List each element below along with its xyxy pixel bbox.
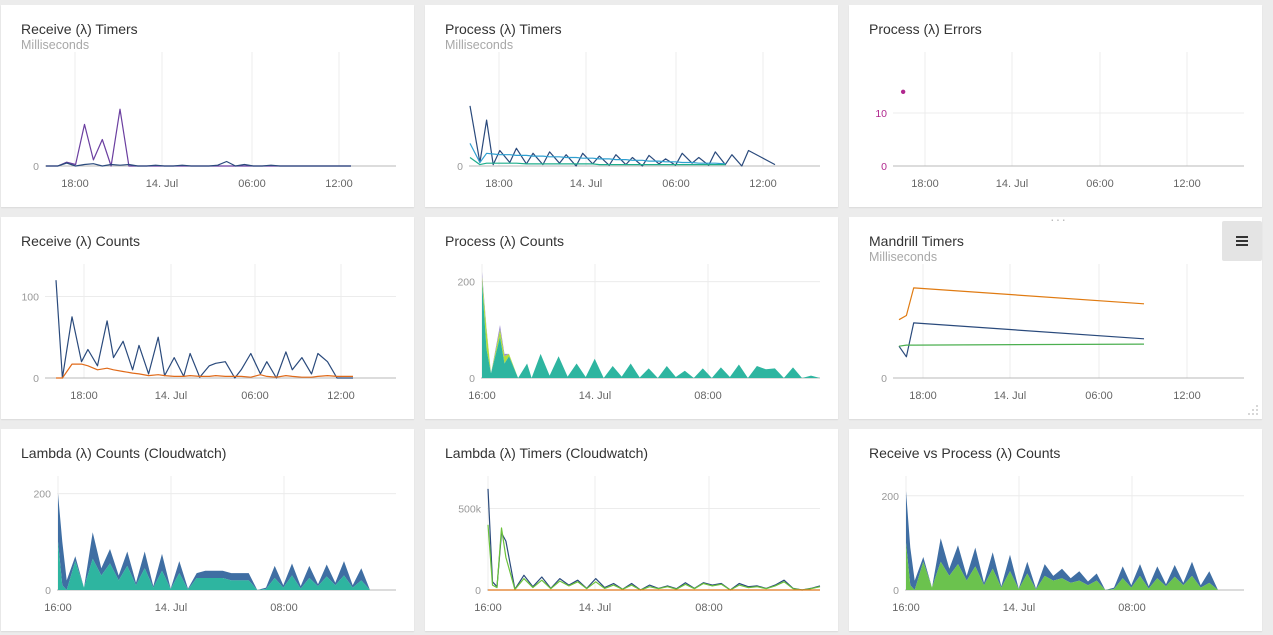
series-area (482, 272, 820, 378)
panel-lambda-timers-cloudwatch[interactable]: Lambda (λ) Timers (Cloudwatch) 0 500k 16:00… (425, 429, 838, 631)
series-line (55, 280, 353, 379)
x-tick-label: 16:00 (892, 602, 920, 614)
x-tick-label: 12:00 (327, 390, 355, 402)
chart-svg: 0 200 16:00 14. Jul 08:00 (881, 476, 1244, 614)
panel-lambda-counts-cloudwatch[interactable]: Lambda (λ) Counts (Cloudwatch) 0 200 16:00 1… (1, 429, 414, 631)
x-tick-label: 16:00 (44, 602, 72, 614)
series-line (46, 160, 351, 167)
chart-svg: 0 18:00 14. Jul 06:00 12:00 (457, 52, 820, 190)
y-tick-label: 0 (893, 585, 899, 597)
y-tick-label: 0 (881, 161, 887, 173)
chart-svg: 0 10 18:00 14. Jul 06:00 12:00 (875, 52, 1244, 190)
y-tick-label: 0 (457, 161, 463, 173)
y-tick-label: 100 (21, 291, 39, 303)
x-tick-label: 06:00 (662, 178, 690, 190)
x-tick-label: 18:00 (485, 178, 513, 190)
x-tick-label: 18:00 (911, 178, 939, 190)
series-line (898, 287, 1145, 321)
x-tick-label: 12:00 (325, 178, 353, 190)
x-tick-label: 18:00 (909, 390, 937, 402)
x-tick-label: 12:00 (749, 178, 777, 190)
y-tick-label: 200 (457, 277, 475, 289)
chart-svg: 0 18:00 14. Jul 06:00 12:00 (881, 264, 1244, 402)
panel-process-timers[interactable]: Process (λ) Timers Milliseconds 0 18:00 14. … (425, 5, 838, 207)
x-tick-label: 12:00 (1173, 178, 1201, 190)
chart-svg: 0 18:00 14. Jul 06:00 12:00 (33, 52, 396, 190)
x-tick-label: 14. Jul (579, 390, 611, 402)
series-line (487, 524, 821, 591)
panel-process-counts[interactable]: Process (λ) Counts 0 200 16:00 14. Jul 08:00 (425, 217, 838, 419)
y-tick-label: 10 (875, 108, 887, 120)
series-line (469, 105, 776, 167)
panel-receive-vs-process-counts[interactable]: Receive vs Process (λ) Counts 0 200 16:00 14… (849, 429, 1262, 631)
y-tick-label: 0 (33, 373, 39, 385)
y-tick-label: 500k (458, 503, 482, 515)
x-tick-label: 14. Jul (570, 178, 602, 190)
y-tick-label: 0 (475, 585, 481, 597)
chart-svg: 0 200 16:00 14. Jul 08:00 (33, 476, 396, 614)
x-tick-label: 18:00 (70, 390, 98, 402)
x-tick-label: 18:00 (61, 178, 89, 190)
x-tick-label: 06:00 (238, 178, 266, 190)
dashboard-grid: Receive (λ) Timers Milliseconds 0 18:00 14. … (0, 0, 1273, 635)
y-tick-label: 0 (881, 373, 887, 385)
x-tick-label: 14. Jul (146, 178, 178, 190)
y-tick-label: 0 (45, 585, 51, 597)
x-tick-label: 06:00 (241, 390, 269, 402)
data-point (900, 89, 906, 95)
x-tick-label: 12:00 (1173, 390, 1201, 402)
series-line (487, 488, 821, 591)
x-tick-label: 14. Jul (155, 390, 187, 402)
y-tick-label: 200 (33, 489, 51, 501)
x-tick-label: 16:00 (468, 390, 496, 402)
x-tick-label: 08:00 (695, 602, 723, 614)
x-tick-label: 14. Jul (579, 602, 611, 614)
series-area (482, 276, 820, 378)
panel-process-errors[interactable]: Process (λ) Errors 0 10 18:00 14. Jul 06:00 12… (849, 5, 1262, 207)
y-tick-label: 0 (469, 373, 475, 385)
x-tick-label: 14. Jul (994, 390, 1026, 402)
x-tick-label: 08:00 (1118, 602, 1146, 614)
series-area (482, 281, 820, 378)
chart-svg: 0 200 16:00 14. Jul 08:00 (457, 264, 820, 402)
series-line (898, 322, 1145, 358)
x-tick-label: 14. Jul (1003, 602, 1035, 614)
panel-receive-timers[interactable]: Receive (λ) Timers Milliseconds 0 18:00 14. … (1, 5, 414, 207)
x-tick-label: 06:00 (1086, 178, 1114, 190)
panel-mandrill-timers[interactable]: ··· Mandrill Timers Milliseconds 0 18:00 14.… (849, 217, 1262, 419)
x-tick-label: 14. Jul (155, 602, 187, 614)
chart-svg: 0 100 18:00 14. Jul 06:00 12:00 (21, 264, 396, 402)
series-line (898, 343, 1145, 347)
series-line (46, 108, 351, 167)
chart-svg: 0 500k 16:00 14. Jul 08:00 (458, 476, 821, 614)
x-tick-label: 06:00 (1085, 390, 1113, 402)
panel-receive-counts[interactable]: Receive (λ) Counts 0 100 18:00 14. Jul 06:00 1… (1, 217, 414, 419)
x-tick-label: 08:00 (270, 602, 298, 614)
y-tick-label: 200 (881, 491, 899, 503)
x-tick-label: 16:00 (474, 602, 502, 614)
x-tick-label: 08:00 (694, 390, 722, 402)
y-tick-label: 0 (33, 161, 39, 173)
x-tick-label: 14. Jul (996, 178, 1028, 190)
